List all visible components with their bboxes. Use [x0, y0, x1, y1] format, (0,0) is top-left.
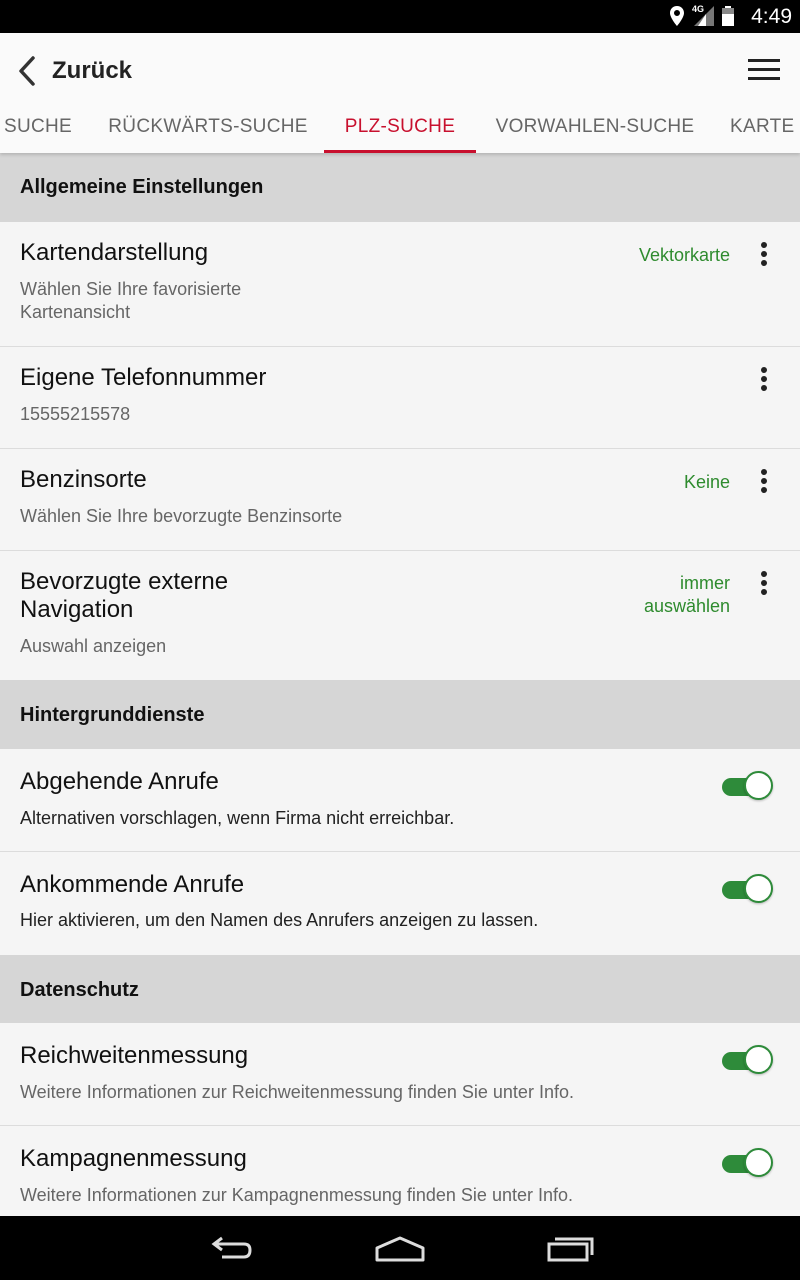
section-header-privacy: Datenschutz — [0, 955, 800, 1023]
back-button[interactable]: Zurück — [14, 55, 132, 87]
navigation-bar — [0, 1216, 800, 1280]
tab-suche[interactable]: SUCHE — [0, 101, 76, 153]
app-bar: Zurück SUCHE RÜCKWÄRTS-SUCHE PLZ-SUCHE V… — [0, 33, 800, 153]
setting-subtitle: 15555215578 — [20, 404, 131, 424]
setting-title: Bevorzugte externe Navigation — [20, 568, 229, 623]
tab-vorwahlen-suche[interactable]: VORWAHLEN-SUCHE — [490, 101, 700, 153]
setting-value: immer auswählen — [643, 573, 730, 616]
setting-abgehende-anrufe[interactable]: Abgehende Anrufe Alternativen vorschlage… — [0, 749, 800, 852]
status-bar: 4G 4:49 — [0, 0, 800, 33]
setting-kartendarstellung[interactable]: Kartendarstellung Wählen Sie Ihre favori… — [0, 222, 800, 347]
settings-list: Allgemeine Einstellungen Kartendarstellu… — [0, 153, 800, 1216]
location-icon — [670, 6, 684, 26]
toggle-switch[interactable] — [722, 771, 773, 801]
setting-ankommende-anrufe[interactable]: Ankommende Anrufe Hier aktivieren, um de… — [0, 852, 800, 955]
back-label: Zurück — [52, 57, 133, 84]
status-icons: 4G — [670, 4, 734, 27]
back-nav-icon[interactable] — [206, 1230, 254, 1266]
more-vert-icon[interactable] — [754, 242, 774, 272]
setting-value: Vektorkarte — [638, 245, 730, 265]
setting-title: Kartendarstellung — [20, 239, 209, 266]
setting-title: Kampagnenmessung — [20, 1145, 247, 1172]
battery-icon — [722, 6, 734, 26]
more-vert-icon[interactable] — [754, 367, 774, 397]
more-vert-icon[interactable] — [754, 469, 774, 499]
status-time: 4:49 — [751, 5, 792, 28]
section-header-general: Allgemeine Einstellungen — [0, 153, 800, 222]
setting-subtitle: Weitere Informationen zur Kampagnenmessu… — [20, 1185, 573, 1205]
section-header-background: Hintergrunddienste — [0, 680, 800, 749]
toggle-switch[interactable] — [722, 1148, 773, 1178]
tab-karte[interactable]: KARTE — [730, 101, 800, 153]
setting-benzinsorte[interactable]: Benzinsorte Wählen Sie Ihre bevorzugte B… — [0, 449, 800, 551]
section-title: Allgemeine Einstellungen — [20, 176, 264, 198]
tab-bar: SUCHE RÜCKWÄRTS-SUCHE PLZ-SUCHE VORWAHLE… — [0, 101, 800, 153]
setting-eigene-telefonnummer[interactable]: Eigene Telefonnummer 15555215578 — [0, 347, 800, 449]
setting-subtitle: Wählen Sie Ihre favorisierte Kartenansic… — [20, 279, 242, 322]
chevron-left-icon — [19, 56, 35, 86]
setting-title: Ankommende Anrufe — [20, 871, 245, 898]
setting-title: Reichweitenmessung — [20, 1042, 249, 1069]
setting-subtitle: Auswahl anzeigen — [20, 636, 167, 656]
setting-subtitle: Weitere Informationen zur Reichweitenmes… — [20, 1082, 574, 1102]
tab-rueckwaerts-suche[interactable]: RÜCKWÄRTS-SUCHE — [103, 101, 313, 153]
section-title: Hintergrunddienste — [20, 704, 205, 726]
setting-title: Benzinsorte — [20, 466, 147, 493]
setting-externe-navigation[interactable]: Bevorzugte externe Navigation Auswahl an… — [0, 551, 800, 680]
setting-reichweitenmessung[interactable]: Reichweitenmessung Weitere Informationen… — [0, 1023, 800, 1126]
setting-title: Eigene Telefonnummer — [20, 364, 267, 391]
toggle-switch[interactable] — [722, 874, 773, 904]
home-nav-icon[interactable] — [374, 1230, 426, 1266]
setting-kampagnenmessung[interactable]: Kampagnenmessung Weitere Informationen z… — [0, 1126, 800, 1216]
recents-nav-icon[interactable] — [546, 1230, 596, 1266]
more-vert-icon[interactable] — [754, 571, 774, 601]
setting-subtitle: Hier aktivieren, um den Namen des Anrufe… — [20, 910, 539, 930]
setting-subtitle: Alternativen vorschlagen, wenn Firma nic… — [20, 808, 455, 828]
signal-icon: 4G — [692, 4, 714, 26]
setting-subtitle: Wählen Sie Ihre bevorzugte Benzinsorte — [20, 506, 343, 526]
setting-title: Abgehende Anrufe — [20, 768, 219, 795]
setting-value: Keine — [683, 472, 730, 492]
tab-plz-suche[interactable]: PLZ-SUCHE — [324, 101, 476, 153]
toggle-switch[interactable] — [722, 1045, 773, 1075]
section-title: Datenschutz — [20, 979, 139, 1001]
hamburger-menu-icon[interactable] — [748, 59, 780, 81]
